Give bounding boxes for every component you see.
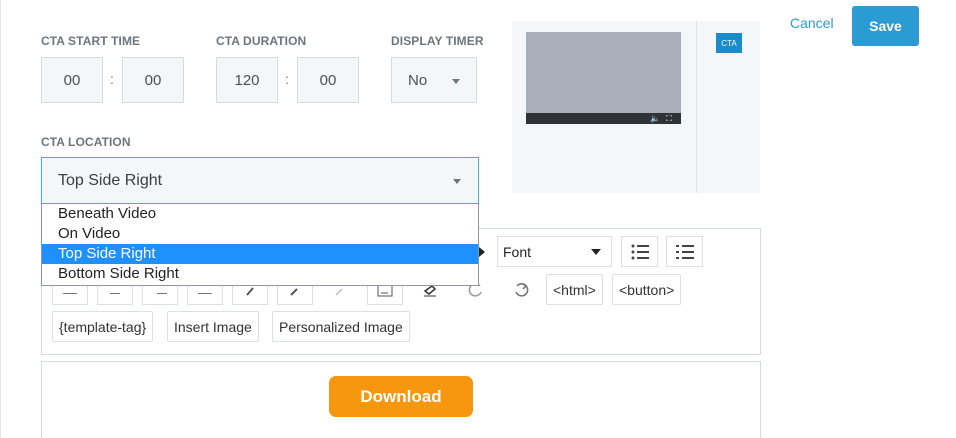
display-timer-select[interactable]: No (391, 57, 477, 103)
bullet-list-icon (631, 244, 649, 259)
bulleted-list-button[interactable] (621, 236, 658, 267)
volume-icon: 🔈 (650, 114, 660, 123)
download-cta-button[interactable]: Download (329, 376, 473, 417)
display-timer-value: No (408, 71, 428, 89)
save-button[interactable]: Save (852, 6, 919, 46)
chevron-down-icon (591, 249, 601, 255)
font-select[interactable]: Font (497, 236, 612, 267)
cta-duration-label: CTA DURATION (216, 34, 307, 48)
cta-location-label: CTA LOCATION (41, 135, 131, 149)
option-bottom-side-right[interactable]: Bottom Side Right (42, 264, 478, 284)
display-timer-label: DISPLAY TIMER (391, 34, 484, 48)
redo-icon (515, 282, 529, 297)
redo-button[interactable] (503, 274, 539, 305)
option-on-video[interactable]: On Video (42, 224, 478, 244)
time-separator: : (110, 71, 114, 87)
font-select-label: Font (503, 243, 532, 260)
preview-divider (696, 21, 697, 193)
option-beneath-video[interactable]: Beneath Video (42, 204, 478, 224)
chevron-down-icon (452, 79, 460, 84)
previous-select-caret-icon (479, 247, 485, 257)
cta-badge-preview: CTA (716, 33, 742, 53)
start-hours-input[interactable]: 00 (41, 57, 103, 103)
cancel-button[interactable]: Cancel (790, 15, 834, 31)
start-minutes-input[interactable]: 00 (122, 57, 184, 103)
duration-separator: : (285, 71, 289, 87)
cta-location-dropdown: Beneath Video On Video Top Side Right Bo… (41, 204, 479, 286)
button-insert-button[interactable]: <button> (612, 274, 682, 305)
option-top-side-right[interactable]: Top Side Right (42, 244, 478, 264)
left-border (0, 0, 1, 438)
video-thumbnail (526, 32, 681, 124)
cta-start-time-label: CTA START TIME (41, 34, 141, 48)
duration-seconds-input[interactable]: 00 (297, 57, 359, 103)
personalized-image-button[interactable]: Personalized Image (272, 311, 410, 342)
cta-location-value: Top Side Right (58, 171, 163, 189)
insert-image-button[interactable]: Insert Image (167, 311, 259, 342)
fullscreen-icon: ⛶ (666, 114, 672, 123)
numbered-list-button[interactable] (666, 236, 703, 267)
template-tag-button[interactable]: {template-tag} (52, 311, 154, 342)
numbered-list-icon (675, 244, 694, 259)
cta-location-select[interactable]: Top Side Right (41, 157, 479, 204)
duration-minutes-input[interactable]: 120 (216, 57, 278, 103)
html-button[interactable]: <html> (546, 274, 603, 305)
chevron-down-icon (453, 179, 461, 184)
